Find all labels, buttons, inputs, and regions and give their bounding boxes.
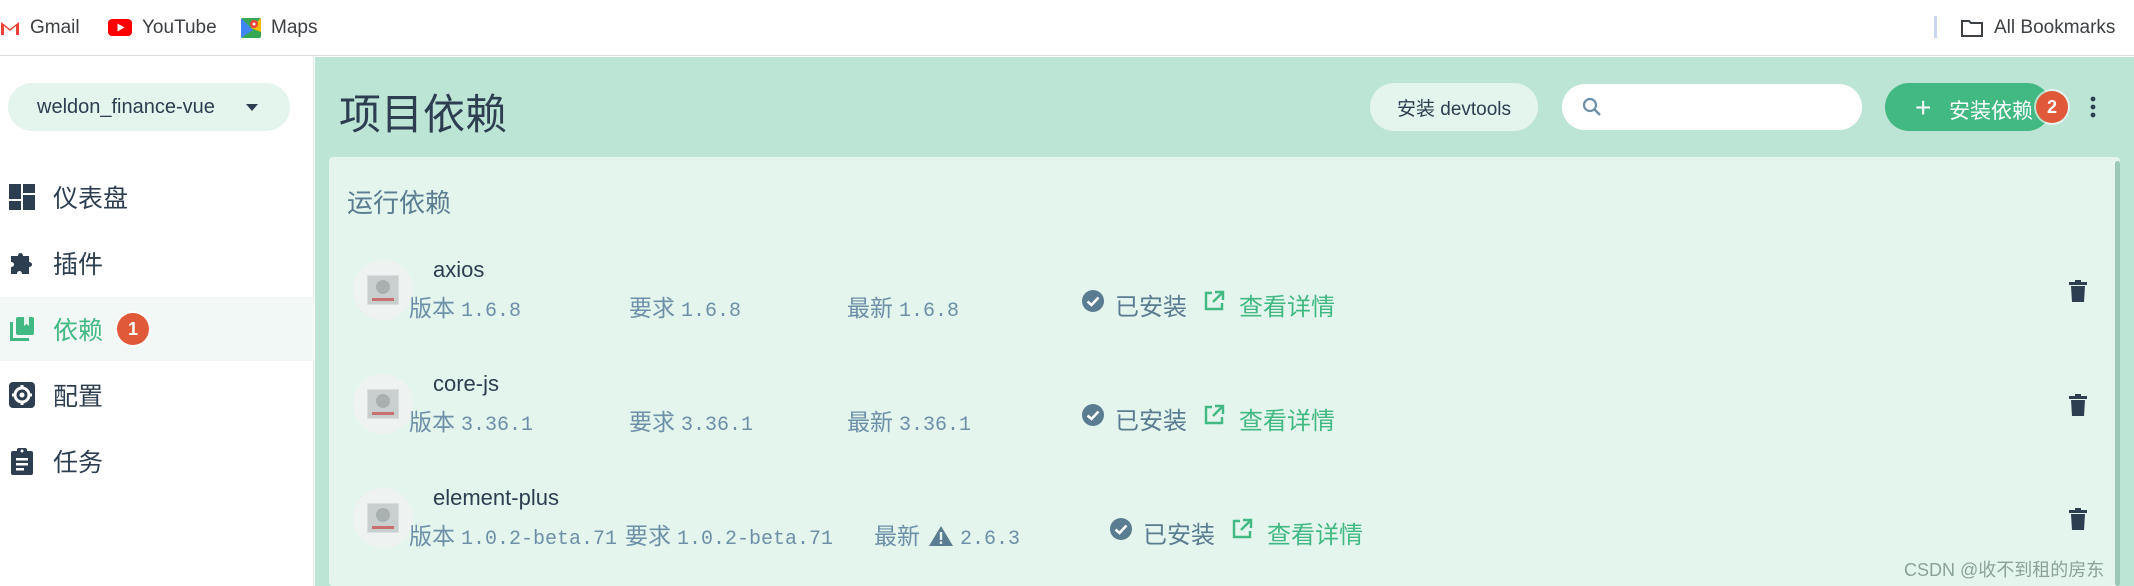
section-title: 运行依赖	[347, 188, 452, 218]
more-vert-icon[interactable]	[2090, 95, 2096, 119]
dashboard-icon	[8, 183, 36, 211]
wanted-info: 要求 3.36.1	[629, 409, 754, 437]
sidebar-item-label: 配置	[53, 383, 104, 411]
package-avatar	[353, 374, 413, 434]
version-info: 版本 3.36.1	[409, 409, 534, 437]
sidebar-item-label: 任务	[53, 449, 104, 477]
dependency-row[interactable]: core-js 版本 3.36.1 要求 3.36.1 最新 3.36.1 已安装 查…	[329, 351, 2109, 465]
sidebar-item-config[interactable]: 配置	[0, 363, 314, 427]
install-dependency-label: 安装依赖	[1949, 100, 2033, 123]
status-label: 已安装	[1115, 294, 1187, 321]
sidebar-item-label: 仪表盘	[53, 185, 129, 213]
install-devtools-button[interactable]: 安装 devtools	[1370, 83, 1538, 131]
bookmark-label: Gmail	[30, 16, 80, 38]
bookmarks-bar: Gmail YouTube Maps All Bookmarks	[0, 0, 2134, 56]
sidebar-item-dashboard[interactable]: 仪表盘	[0, 165, 314, 229]
bookmarks-separator	[1934, 16, 1937, 38]
dependency-name: element-plus	[433, 485, 559, 510]
dependency-name: axios	[433, 257, 485, 282]
delete-icon[interactable]	[2063, 388, 2093, 422]
check-circle-icon	[1109, 517, 1133, 548]
install-status: 已安装 查看详情	[1109, 515, 1363, 550]
sidebar-item-tasks[interactable]: 任务	[0, 429, 314, 493]
bookmark-maps[interactable]: Maps	[241, 0, 317, 56]
watermark: CSDN @收不到租的房东	[1904, 560, 2105, 580]
dependency-name: core-js	[433, 371, 500, 396]
status-label: 已安装	[1143, 522, 1215, 549]
all-bookmarks-label: All Bookmarks	[1994, 16, 2116, 38]
view-details-link[interactable]: 查看详情	[1239, 287, 1335, 322]
plus-icon: +	[1915, 92, 1932, 123]
package-avatar	[353, 488, 413, 548]
page-title: 项目依赖	[339, 91, 508, 138]
open-in-new-icon[interactable]	[1231, 518, 1253, 547]
version-info: 版本 1.0.2-beta.71	[409, 523, 618, 551]
folder-icon	[1960, 18, 1984, 38]
sidebar: weldon_finance-vue 仪表盘 插件 依赖 1 配置 任务	[0, 57, 314, 586]
project-name: weldon_finance-vue	[37, 95, 215, 118]
latest-info: 最新 3.36.1	[847, 409, 972, 437]
youtube-icon	[108, 19, 132, 36]
bookmark-label: YouTube	[142, 16, 217, 38]
gmail-icon	[0, 20, 20, 36]
open-in-new-icon[interactable]	[1203, 290, 1225, 319]
all-bookmarks-button[interactable]: All Bookmarks	[1960, 0, 2115, 56]
search-input[interactable]	[1614, 92, 1850, 122]
scrollbar[interactable]	[2115, 161, 2120, 586]
delete-icon[interactable]	[2063, 274, 2093, 308]
sidebar-item-label: 依赖	[53, 317, 104, 345]
caret-down-icon	[246, 104, 258, 111]
sidebar-item-label: 插件	[53, 251, 104, 279]
check-circle-icon	[1081, 289, 1105, 320]
puzzle-icon	[8, 249, 36, 277]
view-details-link[interactable]: 查看详情	[1267, 515, 1363, 550]
open-in-new-icon[interactable]	[1203, 404, 1225, 433]
wanted-info: 要求 1.0.2-beta.71	[625, 523, 834, 551]
bookmark-label: Maps	[271, 16, 318, 38]
clipboard-icon	[8, 447, 36, 475]
version-info: 版本 1.6.8	[409, 295, 522, 323]
settings-icon	[8, 381, 36, 409]
warning-icon	[928, 525, 954, 553]
dependencies-panel: 运行依赖 axios 版本 1.6.8 要求 1.6.8 最新 1.6.8 已安装 查…	[329, 157, 2120, 586]
wanted-info: 要求 1.6.8	[629, 295, 742, 323]
install-dependency-button[interactable]: + 安装依赖	[1885, 83, 2051, 131]
install-status: 已安装 查看详情	[1081, 401, 1335, 436]
step-badge: 1	[117, 313, 149, 345]
sidebar-item-plugins[interactable]: 插件	[0, 231, 314, 295]
sidebar-item-dependencies[interactable]: 依赖 1	[0, 297, 314, 361]
install-status: 已安装 查看详情	[1081, 287, 1335, 322]
latest-info: 最新 2.6.3	[874, 523, 1021, 553]
search-icon	[1582, 97, 1602, 122]
library-icon	[8, 315, 36, 343]
check-circle-icon	[1081, 403, 1105, 434]
delete-icon[interactable]	[2063, 502, 2093, 536]
package-avatar	[353, 260, 413, 320]
status-label: 已安装	[1115, 408, 1187, 435]
maps-icon	[241, 17, 261, 38]
step-badge: 2	[2036, 91, 2068, 123]
dependency-row[interactable]: axios 版本 1.6.8 要求 1.6.8 最新 1.6.8 已安装 查看详情	[329, 237, 2109, 351]
view-details-link[interactable]: 查看详情	[1239, 401, 1335, 436]
bookmark-youtube[interactable]: YouTube	[108, 0, 217, 56]
project-selector[interactable]: weldon_finance-vue	[8, 83, 290, 131]
latest-info: 最新 1.6.8	[847, 295, 960, 323]
dependency-row[interactable]: element-plus 版本 1.0.2-beta.71 要求 1.0.2-bet…	[329, 465, 2109, 579]
bookmark-gmail[interactable]: Gmail	[0, 0, 80, 56]
main-content: 项目依赖 安装 devtools + 安装依赖 2 运行依赖 axios 版本 1…	[315, 57, 2134, 586]
search-box[interactable]	[1562, 84, 1862, 130]
